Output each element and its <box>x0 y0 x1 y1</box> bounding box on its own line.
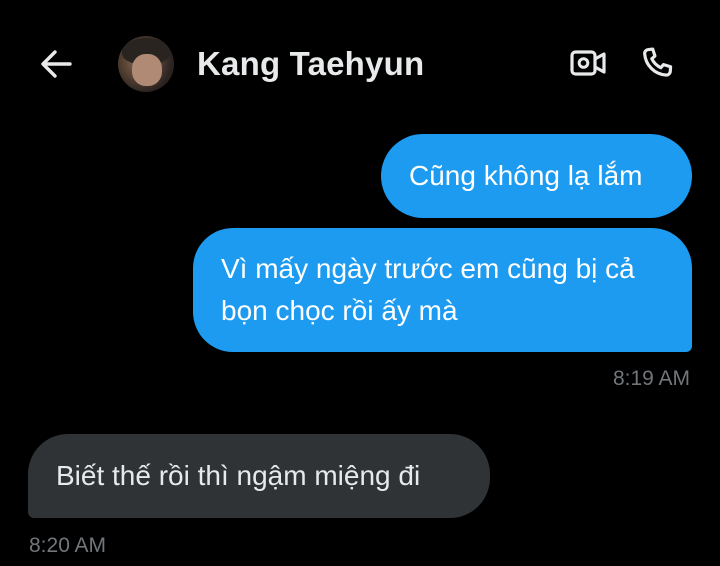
message-bubble-sent[interactable]: Vì mấy ngày trước em cũng bị cả bọn chọc… <box>193 228 692 352</box>
message-bubble-sent[interactable]: Cũng không lạ lắm <box>381 134 692 218</box>
arrow-left-icon <box>41 50 72 78</box>
message-timestamp: 8:19 AM <box>612 367 690 390</box>
back-button[interactable] <box>34 42 78 86</box>
avatar[interactable] <box>118 36 174 92</box>
conversation-header: Kang Taehyun <box>0 0 720 120</box>
voice-call-button[interactable] <box>634 40 680 86</box>
video-call-button[interactable] <box>566 42 610 84</box>
message-text: Biết thế rồi thì ngậm miệng đi <box>56 460 421 491</box>
phone-icon <box>643 47 673 77</box>
message-text: Cũng không lạ lắm <box>409 160 643 191</box>
message-bubble-received[interactable]: Biết thế rồi thì ngậm miệng đi <box>28 434 490 518</box>
contact-name[interactable]: Kang Taehyun <box>197 44 424 84</box>
video-camera-icon <box>570 50 606 76</box>
message-timestamp: 8:20 AM <box>29 534 107 557</box>
message-text: Vì mấy ngày trước em cũng bị cả bọn chọc… <box>221 253 635 326</box>
